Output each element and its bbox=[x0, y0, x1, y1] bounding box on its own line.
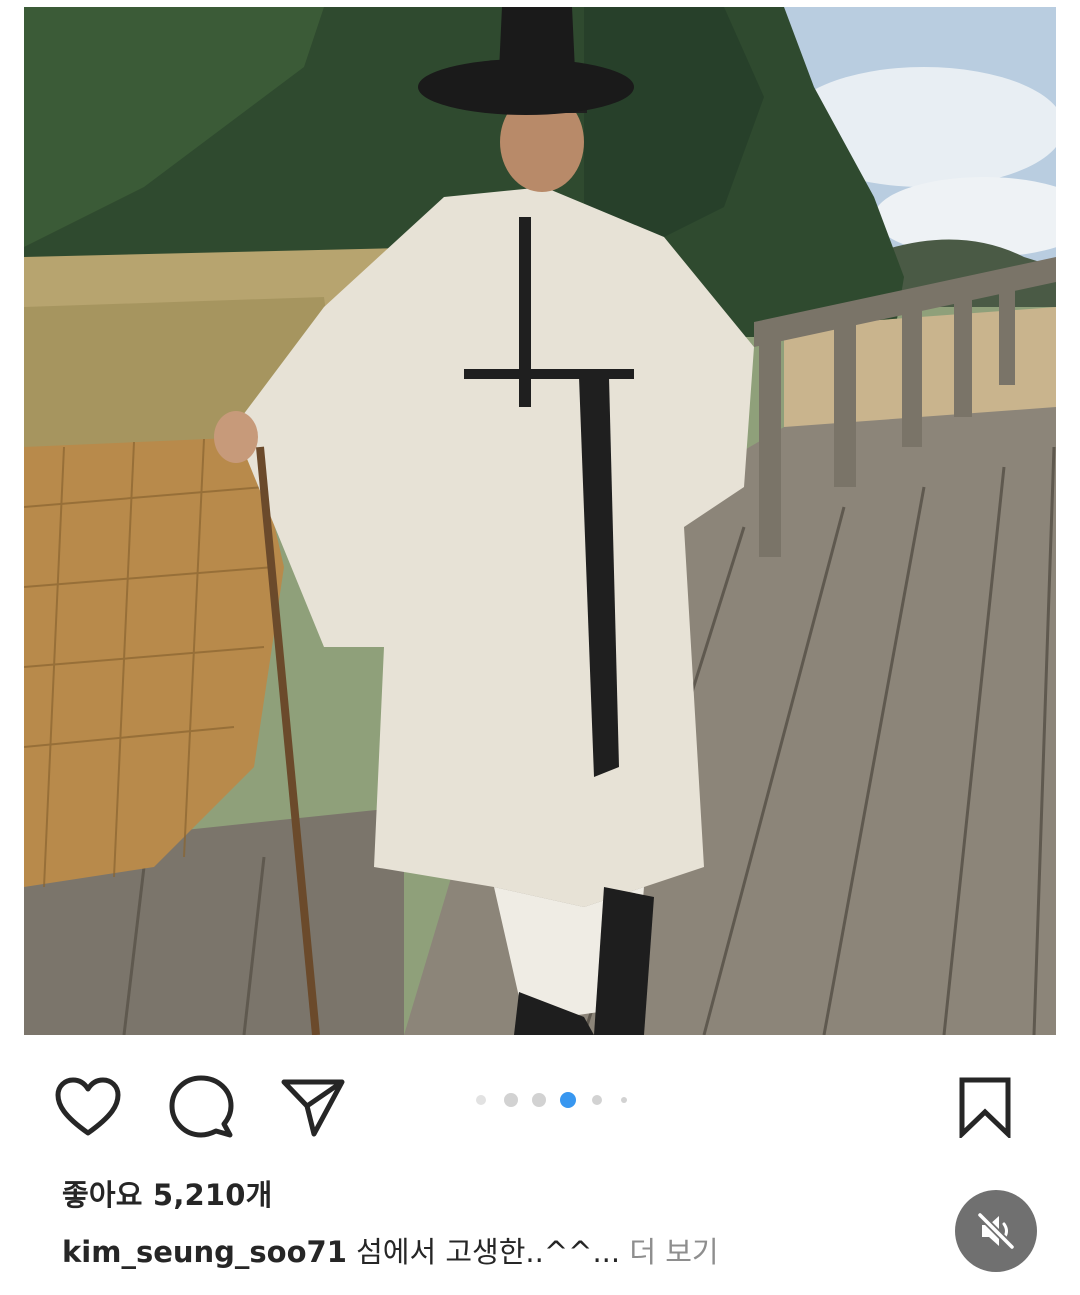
mute-toggle-button[interactable] bbox=[955, 1190, 1037, 1272]
speaker-muted-icon bbox=[974, 1209, 1018, 1257]
carousel-dot-active bbox=[560, 1092, 576, 1108]
carousel-dot bbox=[532, 1093, 546, 1107]
post-photo-illustration bbox=[24, 7, 1056, 1035]
bookmark-outline-icon[interactable] bbox=[957, 1076, 1013, 1142]
likes-count[interactable]: 좋아요 5,210개 bbox=[62, 1172, 273, 1214]
more-link[interactable]: 더 보기 bbox=[629, 1235, 718, 1269]
caption-text: 섬에서 고생한..^^... bbox=[356, 1235, 621, 1269]
carousel-dot bbox=[476, 1095, 486, 1105]
carousel-dot bbox=[621, 1097, 627, 1103]
carousel-dot bbox=[592, 1095, 602, 1105]
caption-username[interactable]: kim_seung_soo71 bbox=[62, 1235, 347, 1269]
post-image[interactable] bbox=[24, 7, 1056, 1035]
comment-bubble-icon[interactable] bbox=[168, 1074, 234, 1144]
paper-plane-icon[interactable] bbox=[280, 1076, 346, 1142]
carousel-indicator bbox=[472, 1087, 642, 1111]
carousel-dot bbox=[504, 1093, 518, 1107]
post-caption: kim_seung_soo71 섬에서 고생한..^^... 더 보기 bbox=[62, 1229, 719, 1271]
heart-outline-icon[interactable] bbox=[54, 1076, 122, 1142]
